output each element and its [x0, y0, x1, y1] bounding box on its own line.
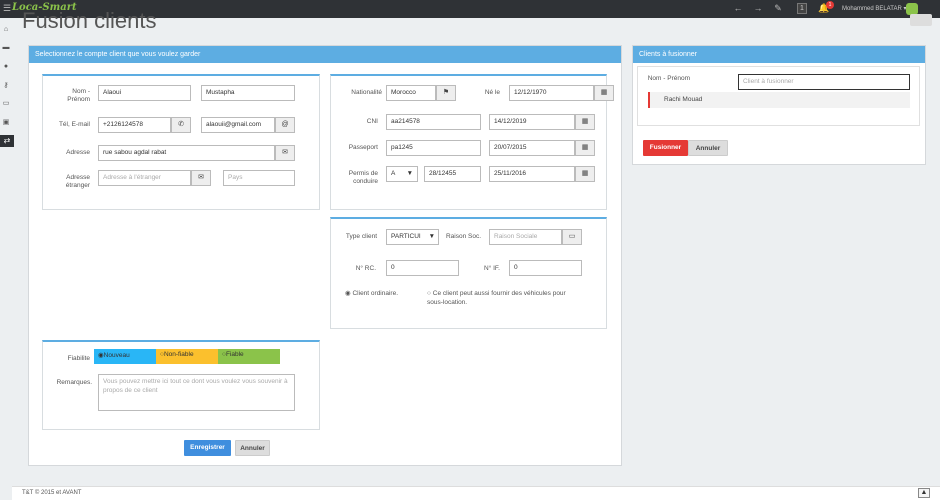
fiabilite-nonfiable-option[interactable]: ○Non-fiable: [156, 349, 218, 364]
envelope-icon: ✉: [191, 170, 211, 186]
home-icon[interactable]: ⌂: [1, 26, 11, 34]
passeport-label: Passeport: [348, 144, 378, 151]
cni-label: CNI: [366, 118, 378, 125]
permis-label: Permis de conduire: [348, 170, 378, 185]
nom-input[interactable]: Alaoui: [98, 85, 191, 101]
prenom-input[interactable]: Mustapha: [201, 85, 295, 101]
envelope-icon: ✉: [275, 145, 295, 161]
notification-badge: 1: [826, 1, 834, 9]
adresse-etranger-label: Adresse étranger: [65, 174, 90, 189]
title-action-button[interactable]: [910, 14, 932, 26]
if-input[interactable]: 0: [509, 260, 582, 276]
type-client-label: Type client: [345, 233, 377, 240]
remarques-textarea[interactable]: Vous pouvez mettre ici tout ce dont vous…: [98, 374, 295, 411]
if-label: N° IF.: [484, 265, 500, 272]
merge-nom-prenom-label: Nom - Prénom: [647, 75, 690, 82]
type-client-select[interactable]: PARTICUI ▼: [386, 229, 439, 245]
footer-copyright: T&T © 2015 et AVANT: [22, 490, 82, 496]
page-title: Fusion clients: [22, 8, 157, 33]
calendar-icon[interactable]: ▦: [575, 166, 595, 182]
merge-icon[interactable]: ⇄: [0, 135, 14, 147]
phone-input[interactable]: +2126124578: [98, 117, 171, 133]
nonfiable-label: Non-fiable: [163, 351, 194, 358]
fiable-label: Fiable: [225, 351, 244, 358]
passeport-date-input[interactable]: 20/07/2015: [489, 140, 575, 156]
users-icon[interactable]: ●: [1, 63, 11, 71]
pays-input[interactable]: Pays: [223, 170, 295, 186]
fiabilite-fiable-option[interactable]: ○Fiable: [218, 349, 280, 364]
chevron-down-icon: ▼: [426, 230, 435, 244]
save-button[interactable]: Enregistrer: [184, 440, 231, 456]
client-search-input[interactable]: Client à fusionner: [738, 74, 910, 90]
sidebar: [0, 18, 12, 500]
counter-box[interactable]: 1: [797, 3, 807, 14]
flag-icon: ⚑: [436, 85, 456, 101]
radio-unchecked-icon: ○: [427, 290, 431, 297]
tel-email-label: Tél, E-mail: [58, 121, 90, 128]
radio-ordinaire-label: Client ordinaire.: [352, 290, 399, 297]
calendar-icon[interactable]: ▦: [575, 140, 595, 156]
car-icon[interactable]: ▭: [1, 100, 11, 108]
email-input[interactable]: alaouii@gmail.com: [201, 117, 275, 133]
briefcase-icon[interactable]: ▣: [1, 119, 11, 127]
permis-category-value: A: [391, 170, 396, 177]
radio-client-fournisseur[interactable]: ○ Ce client peut aussi fournir des véhic…: [427, 289, 577, 307]
rc-input[interactable]: 0: [386, 260, 459, 276]
tools-icon[interactable]: ✎: [772, 3, 784, 14]
radio-fournisseur-label: Ce client peut aussi fournir des véhicul…: [427, 290, 566, 306]
passeport-input[interactable]: pa1245: [386, 140, 481, 156]
merge-clients-header: Clients à fusionner: [633, 46, 925, 63]
keep-client-header: Selectionnez le compte client que vous v…: [29, 46, 621, 63]
calendar-icon[interactable]: ▦: [594, 85, 614, 101]
merge-cancel-button[interactable]: Annuler: [688, 140, 728, 156]
cni-date-input[interactable]: 14/12/2019: [489, 114, 575, 130]
type-client-value: PARTICUI: [391, 233, 421, 240]
scroll-top-icon[interactable]: ▲: [918, 488, 930, 498]
phone-icon: ✆: [171, 117, 191, 133]
ne-le-label: Né le: [484, 89, 500, 96]
rc-label: N° RC.: [355, 265, 376, 272]
fiabilite-label: Fiabilite: [67, 355, 90, 362]
cancel-button[interactable]: Annuler: [235, 440, 270, 456]
book-icon[interactable]: ▬: [1, 44, 11, 52]
at-icon: @: [275, 117, 295, 133]
raison-soc-label: Raison Soc.: [445, 233, 481, 240]
permis-category-select[interactable]: A ▼: [386, 166, 418, 182]
radio-client-ordinaire[interactable]: ◉ Client ordinaire.: [345, 289, 398, 297]
adresse-etranger-input[interactable]: Adresse à l'étranger: [98, 170, 191, 186]
remarques-label: Remarques.: [56, 379, 92, 386]
chevron-down-icon: ▼: [406, 170, 413, 177]
permis-input[interactable]: 28/12455: [424, 166, 481, 182]
key-icon[interactable]: ⚷: [1, 82, 11, 90]
arrow-right-icon[interactable]: →: [752, 3, 764, 13]
cni-input[interactable]: aa214578: [386, 114, 481, 130]
birthdate-input[interactable]: 12/12/1970: [509, 85, 594, 101]
raison-sociale-input[interactable]: Raison Sociale: [489, 229, 562, 245]
nouveau-label: Nouveau: [103, 352, 130, 359]
calendar-icon[interactable]: ▦: [575, 114, 595, 130]
nationalite-input[interactable]: Morocco: [386, 85, 436, 101]
arrow-left-icon[interactable]: ←: [732, 3, 744, 13]
footer: [12, 486, 940, 500]
permis-date-input[interactable]: 25/11/2016: [489, 166, 575, 182]
fiabilite-nouveau-option[interactable]: ◉Nouveau: [94, 349, 156, 364]
adresse-input[interactable]: rue sabou agdal rabat: [98, 145, 275, 161]
radio-checked-icon: ◉: [345, 290, 351, 297]
list-item[interactable]: Rachi Mouad: [648, 92, 910, 108]
merge-button[interactable]: Fusionner: [643, 140, 688, 156]
adresse-label: Adresse: [66, 149, 90, 156]
nom-prenom-label: Nom - Prénom: [67, 88, 90, 103]
user-menu[interactable]: Mohammed BELATAR ▾: [842, 5, 906, 12]
nationalite-label: Nationalité: [351, 89, 382, 96]
card-icon: ▭: [562, 229, 582, 245]
